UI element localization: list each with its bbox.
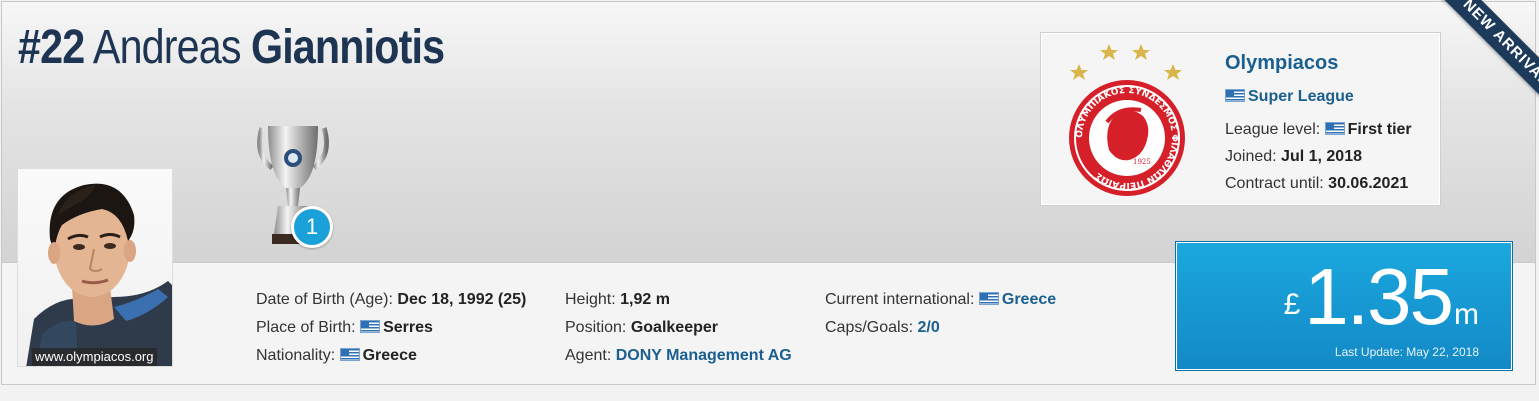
info-row-place-of-birth: Place of Birth: Serres (256, 314, 526, 342)
club-joined: Joined: Jul 1, 2018 (1225, 148, 1362, 166)
market-value: £1.35m (1284, 257, 1479, 337)
market-value-amount: 1.35 (1304, 252, 1454, 341)
info-value: Goalkeeper (630, 319, 718, 336)
new-arrival-ribbon: NEW ARRIVAL (1429, 0, 1539, 110)
contract-label: Contract until: (1225, 175, 1324, 192)
market-value-currency: £ (1283, 288, 1301, 321)
info-column-personal: Date of Birth (Age): Dec 18, 1992 (25) P… (256, 286, 526, 370)
player-photo[interactable]: www.olympiacos.org (17, 168, 173, 367)
greece-flag-icon (978, 292, 999, 305)
info-row-agent: Agent: DONY Management AG (565, 342, 792, 370)
club-name-link[interactable]: Olympiacos (1225, 52, 1338, 75)
player-portrait-image (26, 183, 172, 366)
club-league-level: League level: First tier (1225, 121, 1412, 139)
league-link[interactable]: Super League (1248, 88, 1354, 105)
player-shirt-number: #22 (18, 21, 85, 74)
market-value-unit: m (1454, 298, 1479, 331)
info-label: Place of Birth: (256, 319, 356, 336)
caps-goals-link[interactable]: 2/0 (918, 319, 940, 336)
contract-value: 30.06.2021 (1328, 175, 1409, 192)
info-label: Position: (565, 319, 627, 336)
trophy-count-badge[interactable]: 1 (291, 206, 333, 248)
agent-link[interactable]: DONY Management AG (616, 347, 792, 364)
info-row-date-of-birth: Date of Birth (Age): Dec 18, 1992 (25) (256, 286, 526, 314)
info-label: Date of Birth (Age): (256, 291, 393, 308)
player-first-name: Andreas (92, 21, 242, 74)
info-row-nationality: Nationality: Greece (256, 342, 526, 370)
greece-flag-icon (339, 348, 360, 361)
league-level-label: League level: (1225, 121, 1321, 138)
club-logo-icon[interactable]: ΟΛΥΜΠΙΑΚΟΣ ΣΥΝΔΕΣΜΟΣ ΦΙΛΑΘΛΩΝ ΠΕΙΡΑΙΩΣ 1… (1059, 40, 1195, 200)
joined-label: Joined: (1225, 148, 1277, 165)
info-column-international: Current international: Greece Caps/Goals… (825, 286, 1056, 342)
info-row-position: Position: Goalkeeper (565, 314, 792, 342)
info-label: Nationality: (256, 347, 336, 364)
national-team-link[interactable]: Greece (1002, 291, 1056, 308)
greece-flag-icon (1324, 122, 1345, 135)
info-value: Serres (383, 319, 433, 336)
info-label: Caps/Goals: (825, 319, 914, 336)
player-last-name: Gianniotis (250, 21, 445, 74)
player-name-title: #22 Andreas Gianniotis (18, 20, 445, 76)
league-level-value: First tier (1347, 121, 1412, 138)
info-column-playing: Height: 1,92 m Position: Goalkeeper Agen… (565, 286, 792, 370)
club-contract: Contract until: 30.06.2021 (1225, 175, 1408, 193)
market-value-box[interactable]: £1.35m Last Update: May 22, 2018 (1176, 242, 1512, 370)
info-value: Greece (362, 347, 417, 364)
info-label: Height: (565, 291, 616, 308)
info-row-current-international: Current international: Greece (825, 286, 1056, 314)
market-value-last-update: Last Update: May 22, 2018 (1334, 345, 1479, 359)
club-league: Super League (1225, 88, 1354, 106)
info-label: Current international: (825, 291, 975, 308)
info-label: Agent: (565, 347, 612, 364)
info-row-height: Height: 1,92 m (565, 286, 792, 314)
player-header: #22 Andreas Gianniotis www.olympiacos.or… (0, 0, 1539, 401)
greece-flag-icon (1225, 89, 1245, 102)
info-value: Dec 18, 1992 (25) (397, 291, 527, 308)
club-logo-year: 1925 (1133, 158, 1151, 166)
joined-value: Jul 1, 2018 (1281, 148, 1362, 165)
info-row-caps-goals: Caps/Goals: 2/0 (825, 314, 1056, 342)
ribbon-label: NEW ARRIVAL (1436, 0, 1539, 110)
greece-flag-icon (360, 320, 381, 333)
info-value: 1,92 m (620, 291, 670, 308)
photo-credit: www.olympiacos.org (32, 348, 157, 366)
